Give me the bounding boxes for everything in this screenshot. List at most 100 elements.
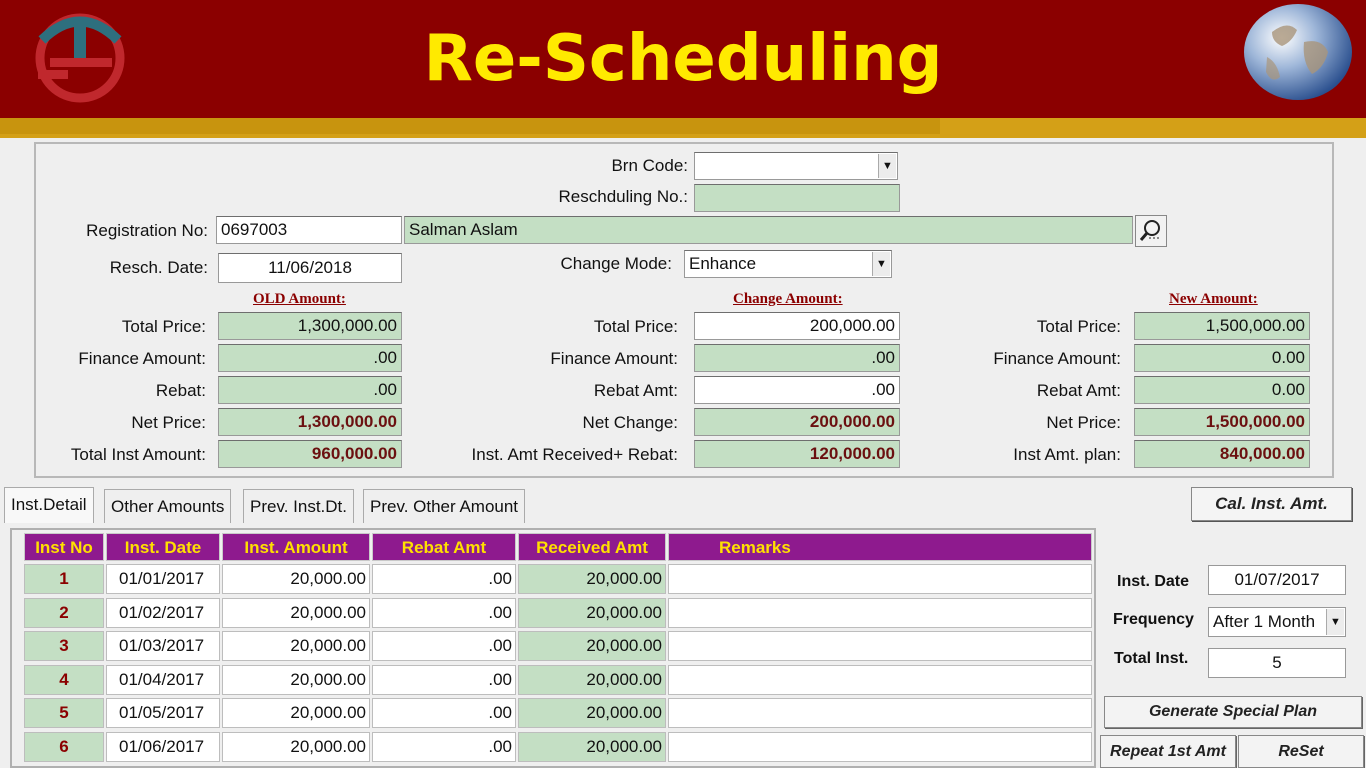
- new-total-price-label: Total Price:: [1036, 317, 1121, 336]
- globe-icon: [1244, 4, 1352, 100]
- cell-inst-no[interactable]: 6: [24, 731, 104, 762]
- cell-inst-no[interactable]: 3: [24, 631, 104, 661]
- chevron-down-icon[interactable]: ▼: [878, 154, 896, 178]
- resch-no-label: Reschduling No.:: [558, 187, 688, 206]
- cell-inst-amount[interactable]: 20,000.00: [222, 731, 370, 762]
- resch-no-field[interactable]: [694, 184, 900, 212]
- inst-amt-plan-label: Inst Amt. plan:: [1013, 445, 1121, 464]
- old-total-price-field: 1,300,000.00: [218, 312, 402, 340]
- total-inst-input[interactable]: 5: [1208, 648, 1346, 678]
- cell-rebat-amt[interactable]: .00: [372, 597, 516, 628]
- cell-received-amt[interactable]: 20,000.00: [518, 664, 666, 695]
- cell-inst-no[interactable]: 2: [24, 597, 104, 628]
- change-rebat-input[interactable]: .00: [694, 376, 900, 404]
- cell-received-amt[interactable]: 20,000.00: [518, 597, 666, 628]
- old-net-price-label: Net Price:: [131, 413, 206, 432]
- old-rebat-field: .00: [218, 376, 402, 404]
- frequency-label: Frequency: [1113, 611, 1194, 628]
- cell-rebat-amt[interactable]: .00: [372, 664, 516, 695]
- cell-rebat-amt[interactable]: .00: [372, 631, 516, 661]
- col-header-inst-date[interactable]: Inst. Date: [106, 533, 220, 561]
- cell-received-amt[interactable]: 20,000.00: [518, 564, 666, 594]
- old-rebat-label: Rebat:: [155, 381, 206, 400]
- resch-date-input[interactable]: 11/06/2018: [218, 253, 402, 283]
- change-amount-title: Change Amount:: [733, 291, 843, 307]
- brn-code-label: Brn Code:: [611, 156, 688, 175]
- net-change-field: 200,000.00: [694, 408, 900, 436]
- cell-remarks[interactable]: [668, 564, 1092, 594]
- new-finance-amount-label: Finance Amount:: [993, 349, 1121, 368]
- cell-inst-no[interactable]: 5: [24, 698, 104, 728]
- inst-date-input[interactable]: 01/07/2017: [1208, 565, 1346, 595]
- change-mode-label: Change Mode:: [560, 254, 672, 273]
- chevron-down-icon[interactable]: ▼: [1326, 609, 1344, 635]
- cell-inst-date[interactable]: 01/01/2017: [106, 564, 220, 594]
- change-finance-amount-field: .00: [694, 344, 900, 372]
- new-rebat-field: 0.00: [1134, 376, 1310, 404]
- inst-date-label: Inst. Date: [1117, 573, 1190, 590]
- chevron-down-icon[interactable]: ▼: [872, 252, 890, 276]
- frequency-select[interactable]: After 1 Month ▼: [1208, 607, 1346, 637]
- cell-rebat-amt[interactable]: .00: [372, 698, 516, 728]
- cell-remarks[interactable]: [668, 698, 1092, 728]
- change-rebat-label: Rebat Amt:: [593, 381, 678, 400]
- banner-stripe: [0, 118, 1366, 138]
- cell-inst-amount[interactable]: 20,000.00: [222, 564, 370, 594]
- cell-inst-date[interactable]: 01/05/2017: [106, 698, 220, 728]
- cell-inst-amount[interactable]: 20,000.00: [222, 698, 370, 728]
- old-amount-title: OLD Amount:: [253, 291, 346, 307]
- generate-special-plan-button[interactable]: Generate Special Plan: [1104, 696, 1362, 728]
- search-button[interactable]: [1135, 215, 1167, 247]
- total-inst-label: Total Inst.: [1114, 650, 1189, 667]
- cell-inst-amount[interactable]: 20,000.00: [222, 631, 370, 661]
- cell-remarks[interactable]: [668, 631, 1092, 661]
- cell-inst-no[interactable]: 1: [24, 564, 104, 594]
- cell-remarks[interactable]: [668, 597, 1092, 628]
- cell-rebat-amt[interactable]: .00: [372, 564, 516, 594]
- tab-inst-detail[interactable]: Inst.Detail: [4, 487, 94, 523]
- old-finance-amount-field: .00: [218, 344, 402, 372]
- tab-prev-inst-dt[interactable]: Prev. Inst.Dt.: [243, 489, 354, 523]
- tab-other-amounts[interactable]: Other Amounts: [104, 489, 232, 523]
- search-icon: [1139, 220, 1161, 241]
- cell-inst-no[interactable]: 4: [24, 664, 104, 695]
- old-finance-amount-label: Finance Amount:: [78, 349, 206, 368]
- cell-received-amt[interactable]: 20,000.00: [518, 698, 666, 728]
- cell-remarks[interactable]: [668, 731, 1092, 762]
- inst-received-rebat-label: Inst. Amt Received+ Rebat:: [471, 445, 678, 464]
- new-net-price-label: Net Price:: [1046, 413, 1121, 432]
- col-header-inst-amount[interactable]: Inst. Amount: [222, 533, 370, 561]
- reg-no-input[interactable]: 0697003: [216, 216, 402, 244]
- col-header-rebat-amt[interactable]: Rebat Amt: [372, 533, 516, 561]
- change-finance-amount-label: Finance Amount:: [550, 349, 678, 368]
- cell-rebat-amt[interactable]: .00: [372, 731, 516, 762]
- cell-inst-date[interactable]: 01/04/2017: [106, 664, 220, 695]
- new-amount-title: New Amount:: [1169, 291, 1258, 307]
- old-net-price-field: 1,300,000.00: [218, 408, 402, 436]
- repeat-1st-amt-button[interactable]: Repeat 1st Amt: [1100, 735, 1236, 768]
- cell-inst-date[interactable]: 01/02/2017: [106, 597, 220, 628]
- col-header-received-amt[interactable]: Received Amt: [518, 533, 666, 561]
- old-total-inst-label: Total Inst Amount:: [70, 445, 206, 464]
- new-finance-amount-field: 0.00: [1134, 344, 1310, 372]
- new-total-price-field: 1,500,000.00: [1134, 312, 1310, 340]
- change-total-price-input[interactable]: 200,000.00: [694, 312, 900, 340]
- cal-inst-amt-button[interactable]: Cal. Inst. Amt.: [1191, 487, 1352, 521]
- cell-remarks[interactable]: [668, 664, 1092, 695]
- cell-inst-amount[interactable]: 20,000.00: [222, 664, 370, 695]
- cell-received-amt[interactable]: 20,000.00: [518, 731, 666, 762]
- col-header-inst-no[interactable]: Inst No: [24, 533, 104, 561]
- cell-received-amt[interactable]: 20,000.00: [518, 631, 666, 661]
- new-net-price-field: 1,500,000.00: [1134, 408, 1310, 436]
- col-header-remarks[interactable]: Remarks: [668, 533, 1092, 561]
- cell-inst-date[interactable]: 01/06/2017: [106, 731, 220, 762]
- inst-received-rebat-field: 120,000.00: [694, 440, 900, 468]
- old-total-price-label: Total Price:: [121, 317, 206, 336]
- brn-code-select[interactable]: ▼: [694, 152, 898, 180]
- new-rebat-label: Rebat Amt:: [1036, 381, 1121, 400]
- change-mode-select[interactable]: Enhance ▼: [684, 250, 892, 278]
- cell-inst-date[interactable]: 01/03/2017: [106, 631, 220, 661]
- cell-inst-amount[interactable]: 20,000.00: [222, 597, 370, 628]
- reset-button[interactable]: ReSet: [1238, 735, 1364, 768]
- tab-prev-other-amount[interactable]: Prev. Other Amount: [363, 489, 526, 523]
